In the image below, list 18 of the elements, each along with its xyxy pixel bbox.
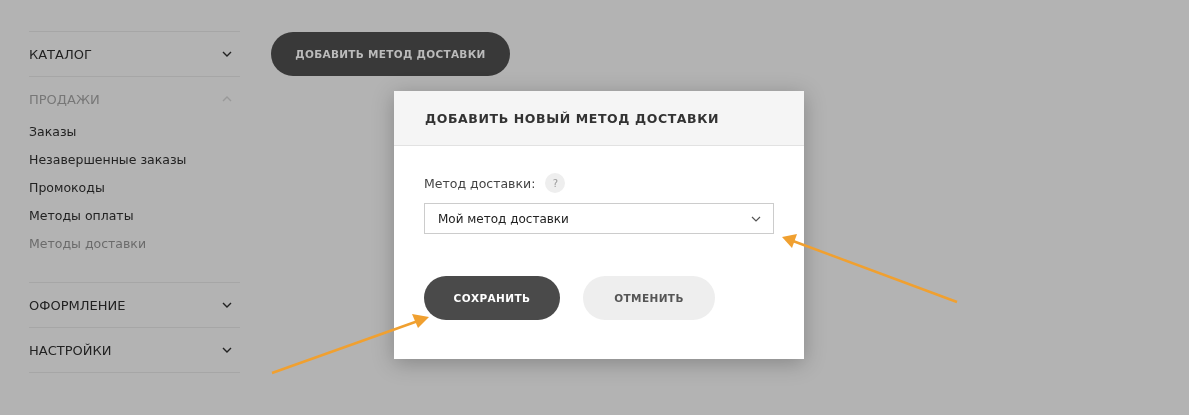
add-delivery-method-button[interactable]: ДОБАВИТЬ МЕТОД ДОСТАВКИ <box>271 32 510 76</box>
select-field[interactable]: Мой метод доставки <box>424 203 774 234</box>
menu-item[interactable]: Промокоды <box>29 174 240 202</box>
menu-section[interactable]: НАСТРОЙКИ <box>29 328 240 372</box>
chevron-icon <box>751 215 761 222</box>
save-button[interactable]: СОХРАНИТЬ <box>424 276 560 320</box>
chevron-icon <box>222 347 232 353</box>
menu-item[interactable]: Заказы <box>29 118 240 146</box>
menu-section[interactable]: ОФОРМЛЕНИЕ <box>29 283 240 327</box>
chevron-icon <box>222 302 232 308</box>
cancel-button[interactable]: ОТМЕНИТЬ <box>583 276 715 320</box>
dialog-title: ДОБАВИТЬ НОВЫЙ МЕТОД ДОСТАВКИ <box>425 110 720 126</box>
menu-item[interactable]: Незавершенные заказы <box>29 146 240 174</box>
chevron-icon <box>222 51 232 57</box>
menu-section[interactable]: КАТАЛОГ <box>29 32 240 76</box>
menu-item[interactable]: Методы оплаты <box>29 202 240 230</box>
field-label: Метод доставки: <box>424 175 536 191</box>
chevron-icon <box>222 96 232 102</box>
